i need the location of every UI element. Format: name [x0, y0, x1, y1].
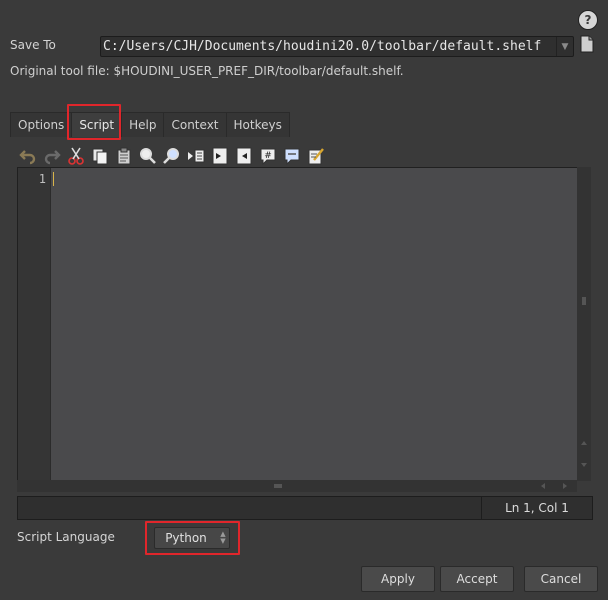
script-language-select[interactable]: Python ▲ ▼	[154, 527, 230, 549]
paste-icon[interactable]	[114, 146, 134, 166]
indent-icon[interactable]	[186, 146, 206, 166]
tab-script[interactable]: Script	[71, 112, 123, 137]
file-icon	[580, 35, 594, 53]
accept-button[interactable]: Accept	[440, 566, 514, 592]
tab-hotkeys[interactable]: Hotkeys	[225, 112, 290, 137]
tab-bar: Options Script Help Context Hotkeys	[10, 112, 290, 137]
line-number: 1	[38, 172, 46, 186]
help-button[interactable]: ?	[578, 10, 598, 30]
cursor-position: Ln 1, Col 1	[481, 497, 592, 519]
script-toolbar: #	[18, 144, 326, 168]
copy-icon[interactable]	[90, 146, 110, 166]
edit-icon[interactable]	[306, 146, 326, 166]
cut-icon[interactable]	[66, 146, 86, 166]
uncomment-icon[interactable]	[282, 146, 302, 166]
save-to-path-combobox[interactable]: C:/Users/CJH/Documents/houdini20.0/toolb…	[100, 36, 574, 57]
code-area[interactable]	[51, 168, 578, 480]
cancel-button[interactable]: Cancel	[524, 566, 598, 592]
save-to-path-value[interactable]: C:/Users/CJH/Documents/houdini20.0/toolb…	[101, 39, 556, 54]
script-out-icon[interactable]	[234, 146, 254, 166]
save-to-label: Save To	[10, 38, 56, 52]
tab-options[interactable]: Options	[10, 112, 73, 137]
vertical-scrollbar[interactable]	[577, 167, 591, 481]
text-caret	[53, 172, 54, 186]
file-chooser-button[interactable]	[580, 35, 594, 53]
script-in-icon[interactable]	[210, 146, 230, 166]
horizontal-scrollbar[interactable]	[17, 480, 577, 492]
undo-icon[interactable]	[18, 146, 38, 166]
editor-status-bar: Ln 1, Col 1	[17, 496, 593, 520]
find-icon[interactable]	[138, 146, 158, 166]
up-down-arrow-icon: ▲ ▼	[220, 530, 226, 545]
script-language-value[interactable]: Python	[155, 531, 217, 545]
svg-text:#: #	[264, 151, 272, 161]
script-language-label: Script Language	[17, 530, 115, 544]
apply-button[interactable]: Apply	[361, 566, 435, 592]
script-editor[interactable]: 1	[17, 167, 579, 481]
original-tool-file-label: Original tool file: $HOUDINI_USER_PREF_D…	[10, 64, 404, 78]
comment-icon[interactable]: #	[258, 146, 278, 166]
line-number-gutter: 1	[18, 168, 50, 480]
tab-context[interactable]: Context	[163, 112, 227, 137]
replace-icon[interactable]	[162, 146, 182, 166]
redo-icon[interactable]	[42, 146, 62, 166]
help-icon: ?	[584, 13, 592, 27]
chevron-down-icon[interactable]: ▼	[556, 37, 573, 56]
tab-help[interactable]: Help	[121, 112, 165, 137]
